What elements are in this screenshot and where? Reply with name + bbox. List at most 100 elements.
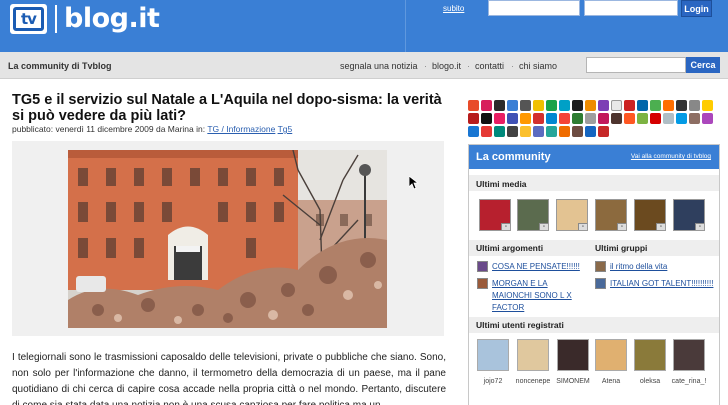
network-site-icon[interactable] — [676, 100, 687, 111]
article-photo[interactable] — [68, 150, 387, 328]
nav-link-segnala[interactable]: segnala una notizia — [340, 61, 418, 71]
search-button[interactable]: Cerca — [686, 57, 720, 73]
network-site-icon[interactable] — [507, 113, 518, 124]
network-site-icon[interactable] — [533, 113, 544, 124]
network-site-icon[interactable] — [468, 126, 479, 137]
nav-link-blogo[interactable]: blogo.it — [432, 61, 461, 71]
register-link[interactable]: subito — [443, 4, 464, 13]
nav-separator: · — [511, 61, 514, 71]
community-title[interactable]: La community — [476, 151, 551, 163]
network-site-icon[interactable] — [585, 100, 596, 111]
username-input[interactable] — [488, 0, 580, 16]
network-site-icon[interactable] — [559, 113, 570, 124]
network-site-icon[interactable] — [494, 126, 505, 137]
network-site-icon[interactable] — [676, 113, 687, 124]
network-site-icon[interactable] — [494, 100, 505, 111]
network-site-icon[interactable] — [624, 113, 635, 124]
network-site-icon[interactable] — [650, 113, 661, 124]
network-site-icon[interactable] — [663, 100, 674, 111]
network-site-icon[interactable] — [702, 113, 713, 124]
network-site-icon[interactable] — [533, 100, 544, 111]
media-thumb[interactable]: ▫ — [517, 199, 549, 231]
network-site-icon[interactable] — [494, 113, 505, 124]
tv-logo-badge: tv — [13, 7, 44, 31]
password-input[interactable] — [584, 0, 678, 16]
category-link-tg[interactable]: TG / Informazione — [207, 124, 275, 134]
user-avatar[interactable] — [634, 339, 666, 371]
group-link[interactable]: il ritmo della vita — [610, 261, 715, 273]
camera-icon: ▫ — [578, 223, 587, 230]
network-site-icon[interactable] — [689, 113, 700, 124]
tv-logo-icon[interactable]: tv — [10, 4, 47, 34]
user-avatar[interactable] — [557, 339, 589, 371]
group-avatar[interactable] — [595, 261, 606, 272]
network-site-icon[interactable] — [598, 100, 609, 111]
network-site-icon[interactable] — [689, 100, 700, 111]
network-site-icon[interactable] — [572, 100, 583, 111]
community-label[interactable]: La community di Tvblog — [8, 61, 112, 71]
media-thumb[interactable]: ▫ — [479, 199, 511, 231]
network-site-icon[interactable] — [572, 126, 583, 137]
article-title[interactable]: TG5 e il servizio sul Natale a L'Aquila … — [12, 92, 452, 124]
network-site-icon[interactable] — [598, 126, 609, 137]
media-thumb[interactable]: ▫ — [556, 199, 588, 231]
topic-link[interactable]: COSA NE PENSATE!!!!!! — [492, 261, 592, 273]
topic-avatar[interactable] — [477, 278, 488, 289]
users-section-title: Ultimi utenti registrati — [476, 320, 564, 330]
network-site-icon[interactable] — [520, 113, 531, 124]
network-site-icon[interactable] — [598, 113, 609, 124]
network-site-icon[interactable] — [585, 113, 596, 124]
group-link[interactable]: ITALIAN GOT TALENT!!!!!!!!!! — [610, 278, 718, 290]
user-avatar[interactable] — [673, 339, 705, 371]
site-logo-text[interactable]: blog.it — [64, 3, 160, 34]
group-avatar[interactable] — [595, 278, 606, 289]
groups-section-title: Ultimi gruppi — [595, 243, 648, 253]
network-site-icon[interactable] — [637, 100, 648, 111]
network-site-icon[interactable] — [507, 126, 518, 137]
community-link[interactable]: Vai alla community di tvblog — [631, 153, 711, 160]
topic-avatar[interactable] — [477, 261, 488, 272]
search-input[interactable] — [586, 57, 686, 73]
network-site-icon[interactable] — [585, 126, 596, 137]
network-site-icon[interactable] — [559, 126, 570, 137]
media-thumb[interactable]: ▫ — [673, 199, 705, 231]
network-site-icon[interactable] — [520, 100, 531, 111]
logo-separator — [55, 5, 57, 33]
network-site-icon[interactable] — [507, 100, 518, 111]
network-site-icon[interactable] — [637, 113, 648, 124]
network-site-icon[interactable] — [481, 113, 492, 124]
network-site-icon[interactable] — [468, 100, 479, 111]
category-link-tg5[interactable]: Tg5 — [278, 124, 293, 134]
network-site-icon[interactable] — [468, 113, 479, 124]
network-site-icon[interactable] — [481, 126, 492, 137]
network-site-icon[interactable] — [702, 100, 713, 111]
network-site-icon[interactable] — [533, 126, 544, 137]
nav-link-chi-siamo[interactable]: chi siamo — [519, 61, 557, 71]
camera-icon: ▫ — [617, 223, 626, 230]
network-site-icon[interactable] — [572, 113, 583, 124]
community-widget: La community Vai alla community di tvblo… — [468, 144, 720, 405]
media-thumb[interactable]: ▫ — [595, 199, 627, 231]
network-site-icon[interactable] — [663, 113, 674, 124]
network-site-icon[interactable] — [559, 100, 570, 111]
user-name[interactable]: cate_rina_! — [664, 378, 714, 385]
network-site-icon[interactable] — [546, 100, 557, 111]
network-site-icon[interactable] — [546, 113, 557, 124]
media-thumb[interactable]: ▫ — [634, 199, 666, 231]
login-button[interactable]: Login — [681, 0, 712, 17]
network-site-icon[interactable] — [611, 100, 622, 111]
camera-icon: ▫ — [539, 223, 548, 230]
camera-icon: ▫ — [656, 223, 665, 230]
nav-link-contatti[interactable]: contatti — [475, 61, 504, 71]
network-site-icon[interactable] — [520, 126, 531, 137]
blog-network-icons — [468, 98, 720, 138]
topic-link[interactable]: MORGAN E LA MAIONCHI SONO L X FACTOR — [492, 278, 582, 314]
user-avatar[interactable] — [517, 339, 549, 371]
user-avatar[interactable] — [595, 339, 627, 371]
network-site-icon[interactable] — [481, 100, 492, 111]
network-site-icon[interactable] — [624, 100, 635, 111]
network-site-icon[interactable] — [546, 126, 557, 137]
network-site-icon[interactable] — [611, 113, 622, 124]
network-site-icon[interactable] — [650, 100, 661, 111]
user-avatar[interactable] — [477, 339, 509, 371]
